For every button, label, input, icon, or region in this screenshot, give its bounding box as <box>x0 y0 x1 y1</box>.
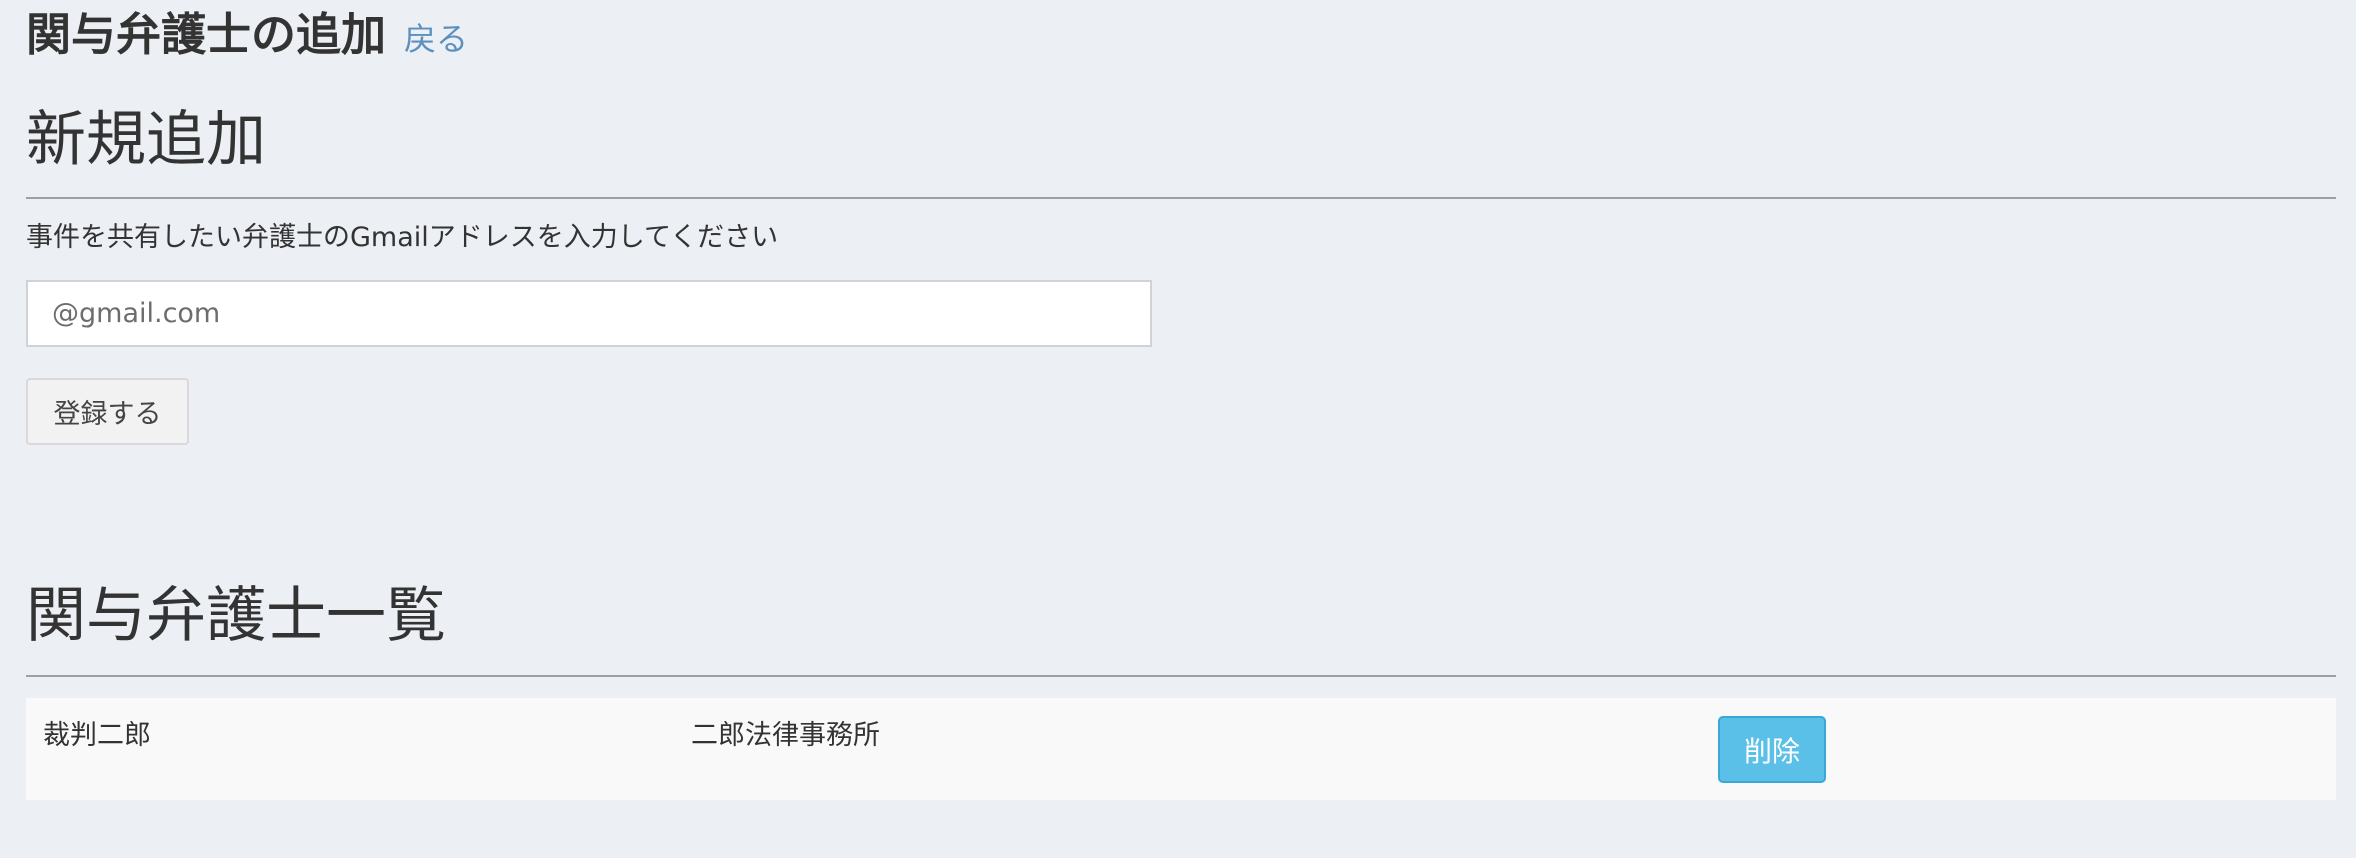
email-instruction: 事件を共有したい弁護士のGmailアドレスを入力してください <box>26 222 779 253</box>
lawyer-name: 裁判二郎 <box>43 720 151 751</box>
email-input[interactable] <box>26 280 1152 347</box>
list-section-divider <box>26 675 2336 677</box>
delete-button[interactable]: 削除 <box>1718 716 1826 783</box>
page-title: 関与弁護士の追加 <box>26 8 387 61</box>
list-section-heading: 関与弁護士一覧 <box>26 581 446 651</box>
new-section-heading: 新規追加 <box>26 105 266 175</box>
register-button[interactable]: 登録する <box>26 378 189 445</box>
lawyer-firm: 二郎法律事務所 <box>691 720 880 751</box>
title-row: 関与弁護士の追加 戻る <box>26 8 468 62</box>
lawyer-table: 裁判二郎 二郎法律事務所 削除 <box>26 698 2336 800</box>
back-link[interactable]: 戻る <box>404 14 468 60</box>
new-section-divider <box>26 197 2336 199</box>
